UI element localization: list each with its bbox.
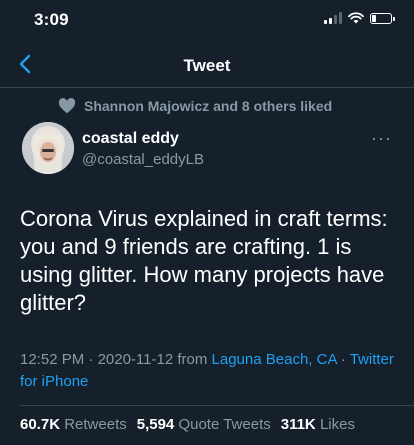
engagement-stats: 60.7K Retweets 5,594 Quote Tweets 311K L…	[20, 416, 365, 433]
tweet-time: 12:52 PM	[20, 351, 85, 368]
navigation-bar: Tweet	[0, 44, 414, 88]
avatar-image	[22, 122, 74, 174]
heart-icon	[58, 98, 76, 114]
status-bar: 3:09	[0, 0, 414, 44]
battery-icon	[370, 12, 395, 24]
page-title: Tweet	[183, 56, 231, 75]
author-display-name[interactable]: coastal eddy	[82, 130, 179, 148]
quote-tweets-count: 5,594	[136, 416, 175, 433]
avatar[interactable]	[22, 122, 74, 174]
meta-separator: ·	[84, 351, 98, 368]
retweets-count: 60.7K	[20, 416, 61, 433]
quote-tweets-label: Quote Tweets	[178, 416, 271, 433]
location-link[interactable]: Laguna Beach, CA	[212, 351, 337, 368]
likes-label: Likes	[319, 416, 355, 433]
from-label: from	[173, 351, 212, 368]
author-handle[interactable]: @coastal_eddyLB	[82, 151, 204, 168]
quote-tweets-stat[interactable]: 5,594 Quote Tweets	[137, 416, 271, 433]
tweet-metadata: 12:52 PM · 2020-11-12 from Laguna Beach,…	[20, 349, 400, 393]
tweet-date: 2020-11-12	[97, 351, 174, 368]
status-time: 3:09	[34, 10, 69, 29]
status-icons	[324, 12, 395, 24]
wifi-icon	[348, 12, 364, 24]
retweets-label: Retweets	[64, 416, 127, 433]
retweets-stat[interactable]: 60.7K Retweets	[20, 416, 127, 433]
cellular-signal-icon	[324, 12, 342, 24]
meta-separator-2: ·	[336, 351, 350, 368]
likes-stat[interactable]: 311K Likes	[281, 416, 355, 433]
social-context-text: Shannon Majowicz and 8 others liked	[84, 98, 333, 114]
likes-count: 311K	[280, 416, 316, 433]
social-context[interactable]: Shannon Majowicz and 8 others liked	[58, 98, 332, 114]
divider	[20, 405, 414, 406]
more-options-icon[interactable]: ···	[371, 128, 392, 149]
tweet-text: Corona Virus explained in craft terms: y…	[20, 206, 388, 315]
